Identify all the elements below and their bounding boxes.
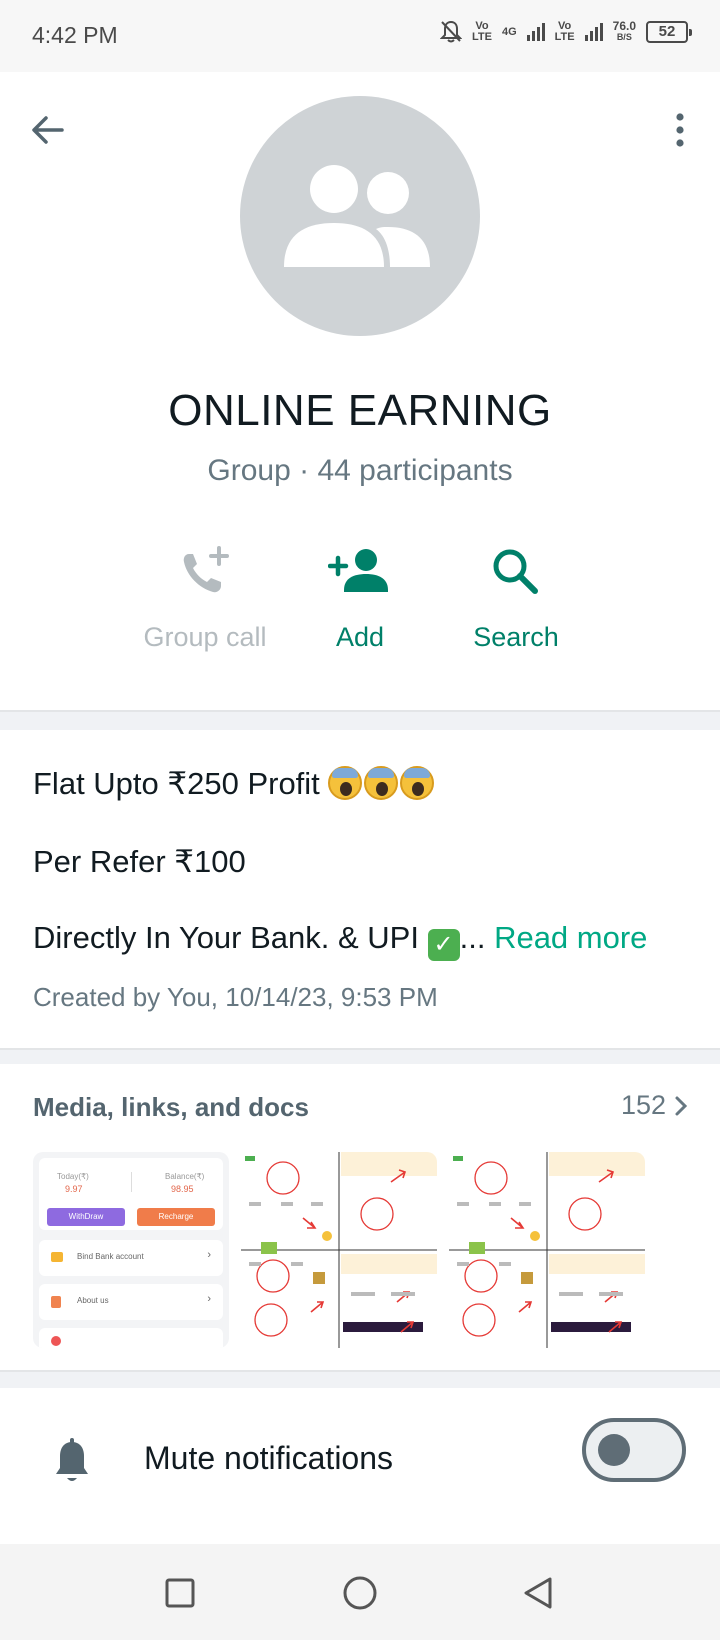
read-more-link[interactable]: Read more	[494, 920, 647, 955]
scream-emoji-icon	[364, 766, 399, 800]
scream-emoji-icon	[400, 766, 435, 800]
status-bar: 4:42 PM Vo LTE 4G Vo LTE 76.0 B/S 52	[0, 0, 720, 72]
recharge-button: Recharge	[137, 1208, 215, 1226]
add-label: Add	[335, 622, 385, 652]
group-info-header: ONLINE EARNING Group · 44 participants G…	[0, 72, 720, 712]
description-ellipsis: ...	[459, 920, 486, 955]
bind-bank-row: Bind Bank account ›	[39, 1240, 223, 1276]
group-name: ONLINE EARNING	[168, 386, 552, 435]
description-line-1: Flat Upto ₹250 Profit	[33, 766, 436, 802]
mute-notifications-label: Mute notifications	[144, 1440, 394, 1476]
check-mark-emoji-icon: ✓	[427, 929, 460, 961]
signal-icon-2	[584, 23, 603, 41]
description-text-1: Flat Upto ₹250 Profit	[33, 766, 320, 801]
arrow-back-icon	[32, 116, 64, 144]
description-text-3: Directly In Your Bank. & UPI	[33, 920, 419, 955]
chevron-right-icon	[675, 1096, 688, 1115]
bell-icon	[52, 1438, 92, 1491]
media-section[interactable]: Media, links, and docs 152 Today(₹) 9.97…	[0, 1064, 720, 1370]
search-icon	[493, 549, 538, 594]
balance-label: Balance(₹)	[165, 1172, 205, 1181]
group-avatar[interactable]	[240, 96, 480, 336]
group-placeholder-icon	[284, 165, 430, 267]
signal-icon-1	[526, 23, 545, 41]
action-buttons: Group call Add Search	[0, 532, 720, 672]
about-us-row: About us ›	[39, 1284, 223, 1320]
group-call-button[interactable]: Group call	[120, 532, 290, 653]
group-subtitle: Group · 44 participants	[207, 454, 513, 487]
speed-unit: B/S	[616, 32, 632, 42]
square-icon	[165, 1578, 195, 1608]
created-info: Created by You, 10/14/23, 9:53 PM	[33, 982, 438, 1012]
network-type: 4G	[501, 25, 517, 38]
media-count-link[interactable]: 152	[621, 1090, 688, 1121]
speed-value: 76.0	[612, 19, 636, 33]
annotated-screenshot-image	[241, 1152, 437, 1348]
more-vert-icon	[676, 113, 684, 147]
network-speed: 76.0 B/S	[612, 19, 636, 43]
toggle-knob	[598, 1434, 630, 1466]
media-thumbnail[interactable]: Today(₹) 9.97 Balance(₹) 98.95 WithDraw …	[33, 1152, 229, 1348]
search-button[interactable]: Search	[431, 532, 601, 653]
group-call-label: Group call	[143, 622, 267, 652]
system-navigation-bar	[0, 1544, 720, 1640]
section-divider	[0, 1048, 720, 1064]
phone-add-icon	[183, 546, 229, 593]
balance-value: 98.95	[171, 1184, 194, 1194]
mute-notifications-row[interactable]: Mute notifications	[0, 1388, 720, 1544]
section-divider	[0, 1370, 720, 1388]
section-divider	[0, 710, 720, 730]
volte-indicator-1: Vo LTE	[471, 20, 492, 43]
description-line-2: Per Refer ₹100	[33, 844, 246, 879]
withdraw-button: WithDraw	[47, 1208, 125, 1226]
person-add-icon	[328, 549, 388, 592]
circle-icon	[343, 1576, 377, 1610]
wallet-card: Today(₹) 9.97 Balance(₹) 98.95 WithDraw …	[39, 1158, 223, 1230]
search-label: Search	[473, 622, 559, 652]
media-thumbnail[interactable]	[449, 1152, 645, 1348]
today-value: 9.97	[65, 1184, 83, 1194]
today-label: Today(₹)	[57, 1172, 89, 1181]
annotated-screenshot-image	[449, 1152, 645, 1348]
mute-toggle[interactable]	[582, 1418, 686, 1482]
back-button[interactable]	[26, 108, 70, 152]
home-button[interactable]	[335, 1568, 385, 1618]
battery-indicator: 52	[646, 21, 692, 43]
recents-button[interactable]	[155, 1568, 205, 1618]
status-time: 4:42 PM	[32, 22, 118, 48]
media-count: 152	[620, 1090, 666, 1120]
group-description: Flat Upto ₹250 Profit Per Refer ₹100 Dir…	[0, 730, 720, 1048]
add-participant-button[interactable]: Add	[275, 532, 445, 653]
scream-emoji-icon	[328, 766, 363, 800]
more-options-button[interactable]	[658, 108, 702, 152]
notifications-off-icon	[439, 20, 462, 43]
about-us-label: About us	[77, 1296, 109, 1305]
back-nav-button[interactable]	[513, 1568, 563, 1618]
bind-bank-label: Bind Bank account	[77, 1252, 144, 1261]
triangle-back-icon	[524, 1577, 552, 1609]
description-line-3: Directly In Your Bank. & UPI ✓... Read m…	[33, 920, 647, 961]
media-title: Media, links, and docs	[33, 1092, 309, 1122]
status-icons: Vo LTE 4G Vo LTE 76.0 B/S 52	[439, 19, 692, 44]
volte-indicator-2: Vo LTE	[554, 20, 575, 43]
media-thumbnail[interactable]	[241, 1152, 437, 1348]
